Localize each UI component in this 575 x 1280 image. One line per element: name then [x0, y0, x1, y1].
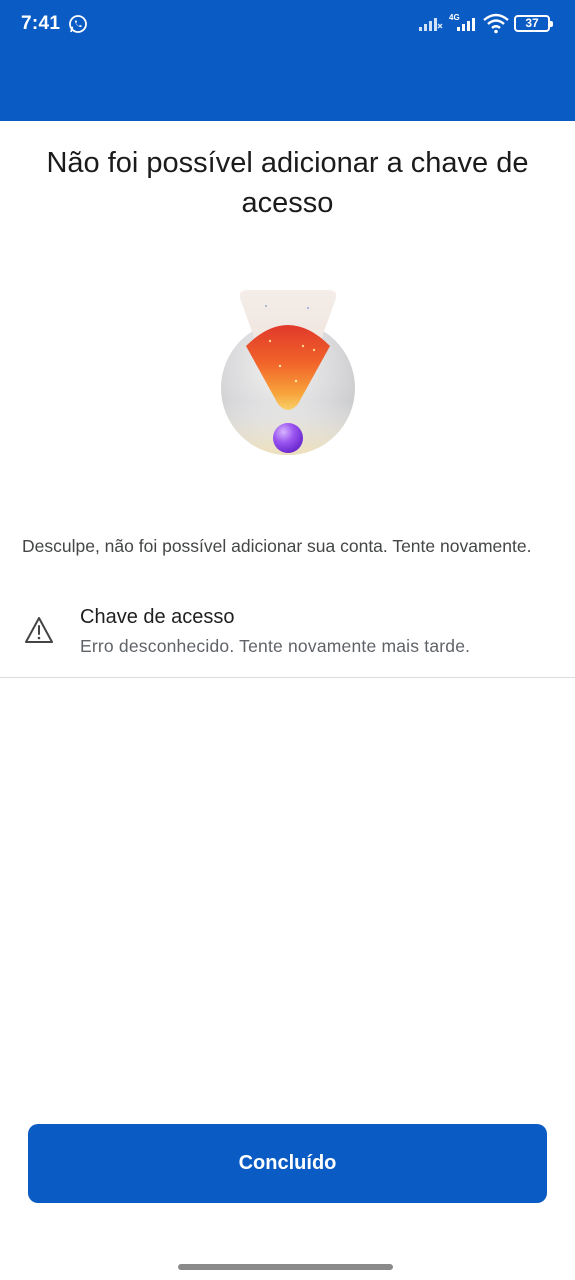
svg-text:4G: 4G [449, 13, 460, 22]
error-illustration [221, 290, 355, 455]
done-button[interactable]: Concluído [28, 1124, 547, 1203]
warning-icon [25, 617, 53, 643]
battery-level: 37 [525, 16, 539, 30]
error-description: Desculpe, não foi possível adicionar sua… [22, 536, 532, 556]
wifi-icon [483, 13, 509, 34]
status-time: 7:41 [21, 13, 61, 34]
item-subtitle: Erro desconhecido. Tente novamente mais … [80, 636, 471, 656]
signal-icon [419, 18, 443, 31]
item-title: Chave de acesso [80, 606, 235, 628]
signal-4g-icon: 4G [449, 13, 475, 31]
status-bar: 7:41 4G 37 [0, 0, 575, 48]
passkey-error-item: Chave de acesso Erro desconhecido. Tente… [0, 598, 575, 678]
page-title: Não foi possível adicionar a chave de ac… [46, 147, 529, 219]
whatsapp-icon [69, 15, 87, 33]
battery-icon: 37 [514, 15, 553, 32]
home-indicator[interactable] [178, 1264, 393, 1270]
